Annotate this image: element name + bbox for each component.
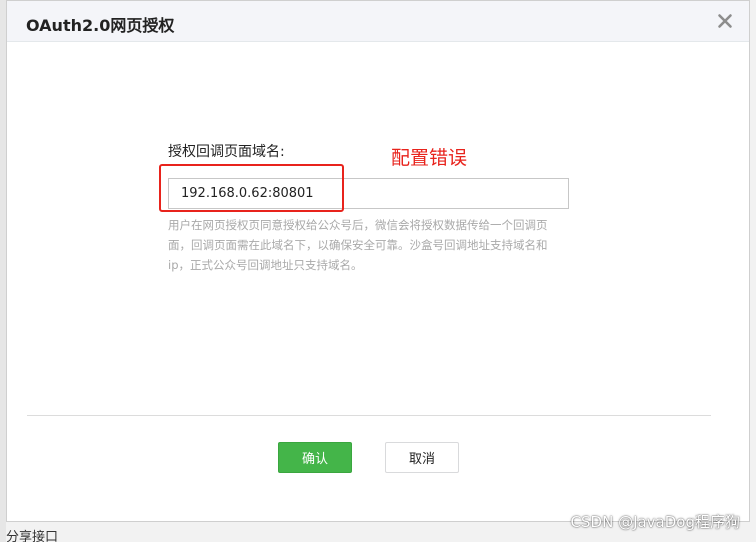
error-annotation: 配置错误 xyxy=(391,147,468,169)
confirm-button[interactable]: 确认 xyxy=(278,442,352,473)
footer-divider xyxy=(27,415,711,416)
oauth-dialog: OAuth2.0网页授权 授权回调页面域名: 配置错误 用户在网页授权页同意授权… xyxy=(6,0,750,522)
background-menu-item: 分享接口 xyxy=(6,530,59,542)
csdn-watermark: CSDN @JavaDog程序狗 xyxy=(570,513,740,531)
domain-help-text: 用户在网页授权页同意授权给公众号后，微信会将授权数据传给一个回调页面，回调页面需… xyxy=(168,218,548,272)
cancel-button[interactable]: 取消 xyxy=(385,442,459,473)
callback-domain-input[interactable] xyxy=(168,178,569,209)
domain-field-label: 授权回调页面域名: xyxy=(168,144,285,160)
close-icon[interactable] xyxy=(713,9,737,33)
dialog-header: OAuth2.0网页授权 xyxy=(7,1,749,42)
dialog-title: OAuth2.0网页授权 xyxy=(26,16,175,35)
